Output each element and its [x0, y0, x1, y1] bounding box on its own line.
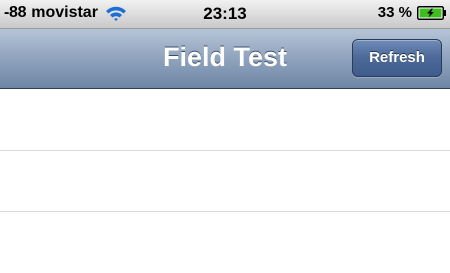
table-row[interactable] [0, 90, 450, 151]
status-bar: -88 movistar 23:13 33 % [0, 0, 450, 29]
table-row[interactable] [0, 212, 450, 273]
refresh-button[interactable]: Refresh [352, 39, 442, 77]
table-row[interactable] [0, 151, 450, 212]
navigation-bar: Field Test Refresh [0, 29, 450, 89]
status-right: 33 % [378, 4, 447, 21]
battery-percentage: 33 % [377, 4, 412, 21]
battery-charging-icon [417, 5, 446, 20]
